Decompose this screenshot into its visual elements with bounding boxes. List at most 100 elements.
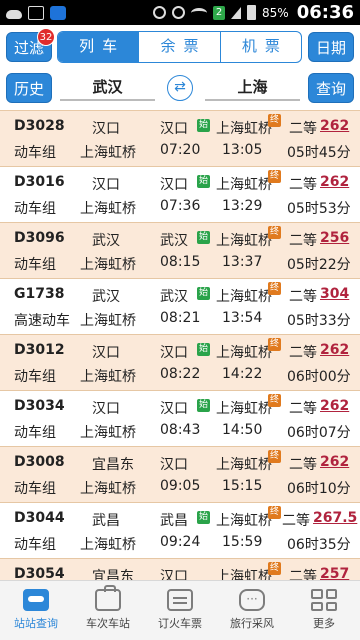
arrival-station: 上海虹桥	[216, 289, 272, 305]
train-code: D3034	[14, 398, 65, 414]
train-row[interactable]: D3096 武汉 武汉 上海虹桥 二等 256 动车组 上海虹桥 08:15 13:37 05时22…	[0, 223, 360, 279]
arrival-time: 14:22	[222, 366, 263, 382]
departure-time: 07:36	[160, 198, 201, 214]
train-type: 动车组	[14, 201, 56, 217]
nav-label: 车次车站	[86, 617, 130, 630]
tab-flights[interactable]: 机票	[219, 32, 301, 62]
nav-train-station[interactable]: 车次车站	[72, 581, 144, 640]
travel-duration: 05时53分	[287, 201, 351, 217]
nav-more[interactable]: 更多	[288, 581, 360, 640]
ticket-icon	[167, 589, 193, 611]
departure-station: 汉口	[160, 457, 188, 473]
arrival-station: 上海虹桥	[216, 233, 272, 249]
travel-duration: 05时33分	[287, 313, 351, 329]
system-indicators: 2 85% 06:36	[153, 2, 354, 23]
grid-icon	[311, 589, 337, 611]
ticket-price[interactable]: 262	[320, 118, 349, 134]
train-row[interactable]: D3016 汉口 汉口 上海虹桥 二等 262 动车组 上海虹桥 07:36 13:29 05时53…	[0, 167, 360, 223]
nav-label: 旅行采风	[230, 617, 274, 630]
arrival-station: 上海虹桥	[216, 569, 272, 580]
nav-travel-notes[interactable]: 旅行采风	[216, 581, 288, 640]
departure-time: 09:24	[160, 534, 201, 550]
end-station-tag: 终	[268, 170, 281, 183]
from-station-field[interactable]: 武汉	[60, 73, 155, 101]
terminal-station: 上海虹桥	[80, 313, 136, 329]
ticket-price[interactable]: 262	[320, 174, 349, 190]
train-type: 动车组	[14, 145, 56, 161]
departure-time: 09:05	[160, 478, 201, 494]
arrival-time: 13:37	[222, 254, 263, 270]
departure-station: 武汉	[160, 233, 188, 249]
seat-class: 二等	[289, 233, 317, 249]
start-station-tag: 始	[197, 119, 210, 132]
terminal-station: 上海虹桥	[80, 257, 136, 273]
nav-book-ticket[interactable]: 订火车票	[144, 581, 216, 640]
arrival-time: 13:54	[222, 310, 263, 326]
seat-class: 二等	[289, 457, 317, 473]
date-button[interactable]: 日期	[308, 32, 354, 62]
terminal-station: 上海虹桥	[80, 425, 136, 441]
nav-station-query[interactable]: 站站查询	[0, 581, 72, 640]
train-list[interactable]: D3028 汉口 汉口 上海虹桥 二等 262 动车组 上海虹桥 07:20 13:05 05时45…	[0, 110, 360, 580]
swap-icon[interactable]: ⇄	[167, 75, 193, 101]
train-row[interactable]: G1738 武汉 武汉 上海虹桥 二等 304 高速动车 上海虹桥 08:21 13:54 05时3…	[0, 279, 360, 335]
train-code: D3096	[14, 230, 65, 246]
query-button[interactable]: 查询	[308, 73, 354, 103]
train-row[interactable]: D3054 宜昌东 汉口 上海虹桥 二等 257 终	[0, 559, 360, 580]
battery-icon	[247, 5, 257, 20]
end-station-tag: 终	[268, 506, 281, 519]
mute-icon	[153, 6, 167, 19]
origin-station: 汉口	[92, 401, 120, 417]
origin-station: 宜昌东	[92, 457, 134, 473]
seat-class: 二等	[282, 513, 310, 529]
start-station-tag: 始	[197, 287, 210, 300]
train-type: 动车组	[14, 481, 56, 497]
mode-tabs: 列车 余票 机票	[57, 31, 302, 63]
ticket-price[interactable]: 267.5	[313, 510, 357, 526]
to-station-field[interactable]: 上海	[205, 73, 300, 101]
departure-station: 汉口	[160, 121, 188, 137]
tab-trains[interactable]: 列车	[58, 32, 139, 62]
ticket-price[interactable]: 262	[320, 454, 349, 470]
seat-class: 二等	[289, 289, 317, 305]
train-row[interactable]: D3028 汉口 汉口 上海虹桥 二等 262 动车组 上海虹桥 07:20 13:05 05时45…	[0, 111, 360, 167]
terminal-station: 上海虹桥	[80, 537, 136, 553]
arrival-time: 14:50	[222, 422, 263, 438]
ticket-price[interactable]: 304	[320, 286, 349, 302]
bottom-nav: 站站查询 车次车站 订火车票 旅行采风 更多	[0, 580, 360, 640]
seat-class: 二等	[289, 177, 317, 193]
end-station-tag: 终	[268, 394, 281, 407]
train-type: 动车组	[14, 425, 56, 441]
terminal-station: 上海虹桥	[80, 481, 136, 497]
departure-station: 汉口	[160, 401, 188, 417]
start-station-tag: 始	[197, 399, 210, 412]
train-row[interactable]: D3008 宜昌东 汉口 上海虹桥 二等 262 动车组 上海虹桥 09:05 15:15 06时1…	[0, 447, 360, 503]
wifi-icon	[191, 7, 208, 18]
history-button[interactable]: 历史	[6, 73, 52, 103]
arrival-station: 上海虹桥	[216, 121, 272, 137]
train-row[interactable]: D3044 武昌 武昌 上海虹桥 二等 267.5 动车组 上海虹桥 09:24 15:59 06时…	[0, 503, 360, 559]
seat-class: 二等	[289, 401, 317, 417]
ticket-price[interactable]: 257	[320, 566, 349, 580]
origin-station: 武昌	[92, 513, 120, 529]
train-code: D3028	[14, 118, 65, 134]
ticket-price[interactable]: 256	[320, 230, 349, 246]
train-row[interactable]: D3012 汉口 汉口 上海虹桥 二等 262 动车组 上海虹桥 08:22 14:22 06时00…	[0, 335, 360, 391]
origin-station: 汉口	[92, 345, 120, 361]
end-station-tag: 终	[268, 114, 281, 127]
train-code: D3016	[14, 174, 65, 190]
arrival-time: 15:15	[222, 478, 263, 494]
departure-time: 07:20	[160, 142, 201, 158]
ticket-price[interactable]: 262	[320, 342, 349, 358]
chat-bubble-icon	[239, 589, 265, 611]
train-row[interactable]: D3034 汉口 汉口 上海虹桥 二等 262 动车组 上海虹桥 08:43 14:50 06时07…	[0, 391, 360, 447]
arrival-time: 13:29	[222, 198, 263, 214]
tab-remaining-tickets[interactable]: 余票	[138, 32, 219, 62]
nav-label: 订火车票	[158, 617, 202, 630]
origin-station: 武汉	[92, 233, 120, 249]
train-code: D3008	[14, 454, 65, 470]
seat-class: 二等	[289, 569, 317, 580]
route-bar: 历史 武汉 ⇄ 上海 查询	[0, 67, 360, 109]
departure-station: 武汉	[160, 289, 188, 305]
ticket-price[interactable]: 262	[320, 398, 349, 414]
